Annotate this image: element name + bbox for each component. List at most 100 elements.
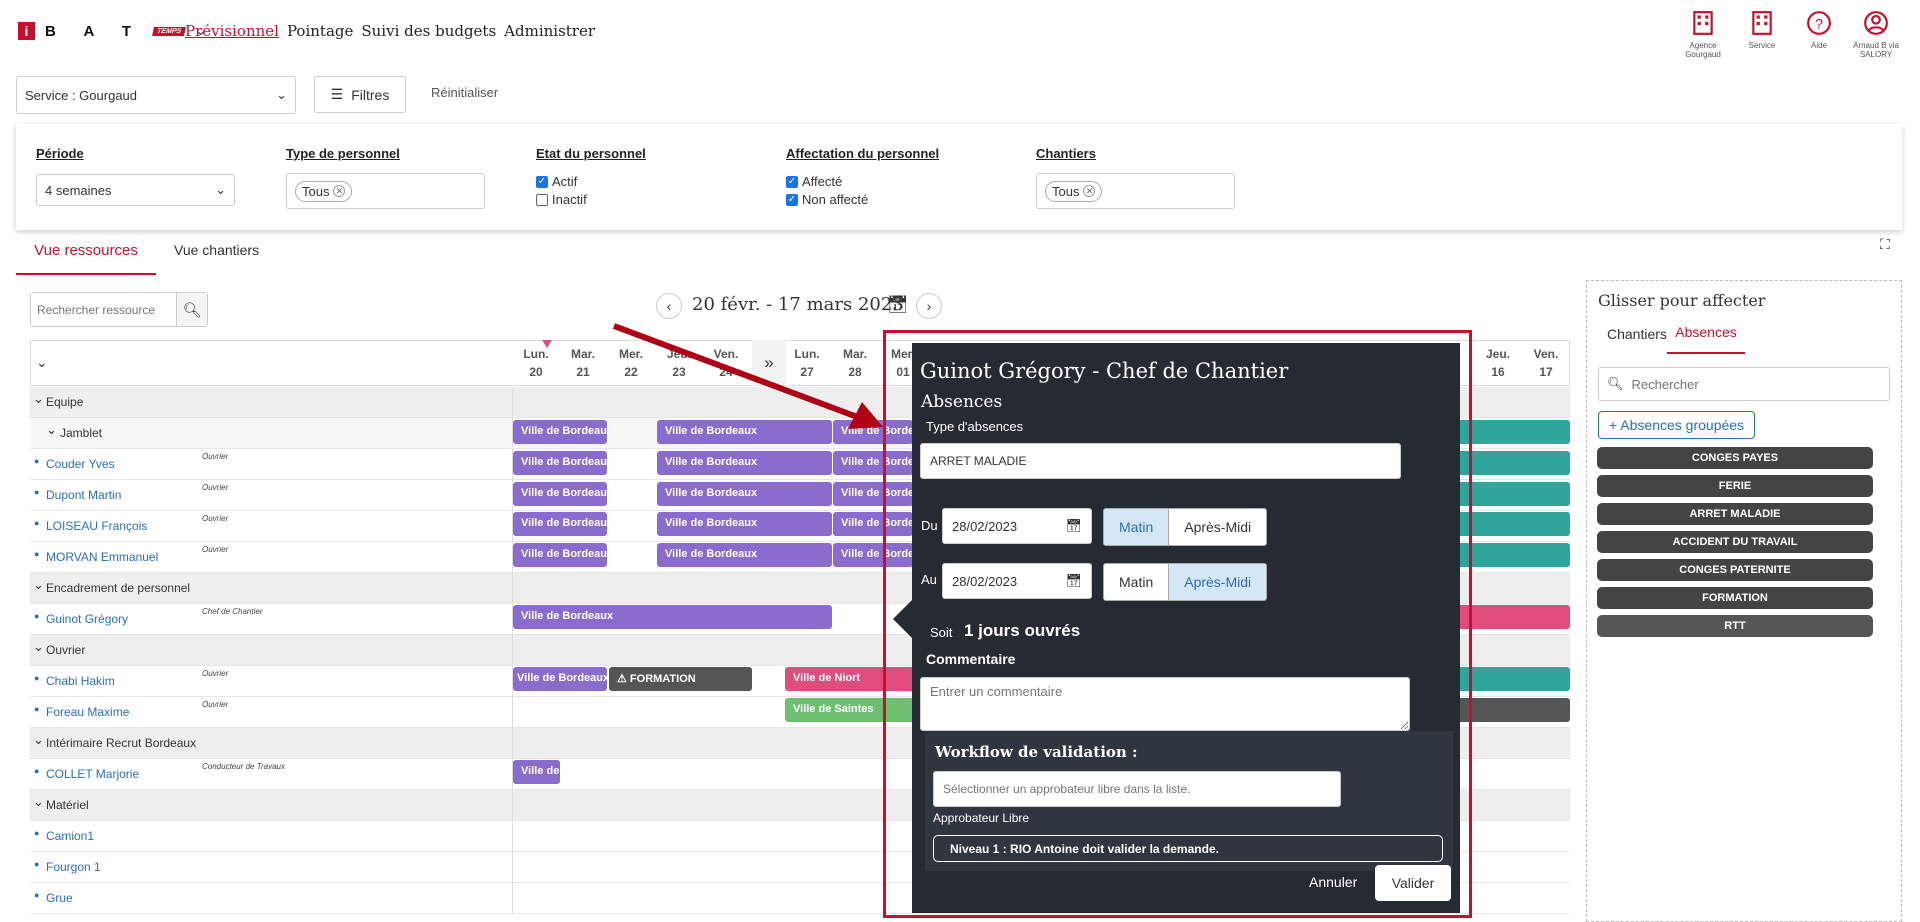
reset-button[interactable]: Réinitialiser xyxy=(431,85,498,100)
assignment-bar[interactable] xyxy=(1455,451,1570,475)
resource-search-input[interactable] xyxy=(31,293,176,326)
user-button[interactable]: Arnaud B via SALORY xyxy=(1846,10,1906,59)
tab-vue-chantiers[interactable]: Vue chantiers xyxy=(174,242,259,258)
filters-button[interactable]: ☰ Filtres xyxy=(314,76,406,113)
date-to-input[interactable]: 28/02/2023 📅︎ xyxy=(942,563,1092,599)
from-matin-option[interactable]: Matin xyxy=(1104,509,1169,545)
absence-item[interactable]: ARRET MALADIE xyxy=(1597,503,1873,525)
resource-name[interactable]: Grue xyxy=(46,891,73,905)
nav-administrer[interactable]: Administrer xyxy=(504,22,595,40)
calendar-icon[interactable]: 📅︎ xyxy=(887,295,909,315)
assignment-bar[interactable] xyxy=(1455,420,1570,444)
assignment-bar[interactable]: Ville de Bordeaux xyxy=(513,512,607,536)
type-personnel-tag[interactable]: Tous ✕ xyxy=(295,180,353,202)
date-from-input[interactable]: 28/02/2023 📅︎ xyxy=(942,508,1092,544)
absence-item[interactable]: CONGES PATERNITE xyxy=(1597,559,1873,581)
side-search-input[interactable] xyxy=(1631,376,1872,392)
calendar-icon[interactable]: 📅︎ xyxy=(1065,518,1082,534)
assignment-bar[interactable]: Ville de xyxy=(513,760,560,784)
assignment-bar[interactable]: Ville de Bordeaux xyxy=(657,451,832,475)
grouped-absences-button[interactable]: + Absences groupées xyxy=(1598,411,1756,439)
inactif-checkbox[interactable]: Inactif xyxy=(536,192,587,207)
absence-item[interactable]: FORMATION xyxy=(1597,587,1873,609)
assignment-bar[interactable]: Ville de Bordeaux xyxy=(513,543,607,567)
close-icon[interactable]: ✕ xyxy=(1083,185,1096,197)
assignment-bar[interactable] xyxy=(1455,605,1570,629)
resource-name[interactable]: Chabi Hakim xyxy=(46,674,115,688)
checkbox-checked[interactable]: ✓ xyxy=(536,175,548,188)
to-half-toggle: Matin Après-Midi xyxy=(1103,563,1268,601)
search-icon[interactable]: 🔍︎ xyxy=(176,293,207,326)
assignment-bar[interactable]: Ville de Bordeaux xyxy=(513,667,607,691)
assignment-bar[interactable]: Ville de Bordeaux xyxy=(513,451,607,475)
service-button[interactable]: Service xyxy=(1732,10,1792,50)
chevron-down-icon[interactable]: ⌄ xyxy=(33,639,44,655)
assignment-bar[interactable]: Ville de Bordeaux xyxy=(513,605,832,629)
resource-name[interactable]: Guinot Grégory xyxy=(46,612,128,626)
absence-type-select[interactable]: ARRET MALADIE xyxy=(920,443,1401,479)
checkbox-checked[interactable]: ✓ xyxy=(786,193,798,206)
resource-name[interactable]: LOISEAU François xyxy=(46,519,147,533)
nav-pointage[interactable]: Pointage xyxy=(287,22,353,40)
tab-chantiers[interactable]: Chantiers xyxy=(1607,326,1667,342)
assignment-bar[interactable] xyxy=(1455,698,1570,722)
service-select[interactable]: Service : Gourgaud ⌄ xyxy=(16,76,296,114)
prev-period-button[interactable]: ‹ xyxy=(656,293,682,319)
actif-checkbox[interactable]: ✓ Actif xyxy=(536,174,577,189)
resource-name[interactable]: COLLET Marjorie xyxy=(46,767,139,781)
resource-name[interactable]: Camion1 xyxy=(46,829,94,843)
tab-absences[interactable]: Absences xyxy=(1667,324,1745,354)
chevron-down-icon[interactable]: ⌄ xyxy=(33,732,44,748)
assignment-bar[interactable] xyxy=(1455,543,1570,567)
chantiers-tag[interactable]: Tous ✕ xyxy=(1045,180,1103,202)
to-matin-option[interactable]: Matin xyxy=(1104,564,1168,600)
chevron-down-icon[interactable]: ⌄ xyxy=(33,391,44,407)
chevron-down-icon[interactable]: ⌄ xyxy=(33,577,44,593)
periode-select[interactable]: 4 semaines ⌄ xyxy=(36,174,235,206)
from-apres-midi-option[interactable]: Après-Midi xyxy=(1168,509,1266,545)
app-logo[interactable]: i B A T TEMPS ⌄ xyxy=(18,22,206,40)
formation-bar[interactable]: ⚠ FORMATION xyxy=(609,667,752,691)
to-apres-midi-option[interactable]: Après-Midi xyxy=(1168,564,1267,600)
assignment-bar[interactable]: Ville de Bordeaux xyxy=(513,420,607,444)
resource-name[interactable]: Fourgon 1 xyxy=(46,860,101,874)
assignment-bar[interactable] xyxy=(1455,512,1570,536)
help-button[interactable]: ? Aide xyxy=(1789,10,1849,50)
nav-suivi-budgets[interactable]: Suivi des budgets xyxy=(361,22,496,40)
checkbox-checked[interactable]: ✓ xyxy=(786,175,798,188)
cancel-button[interactable]: Annuler xyxy=(1309,874,1357,890)
resource-name[interactable]: Foreau Maxime xyxy=(46,705,129,719)
approver-input[interactable] xyxy=(933,771,1341,807)
affecte-checkbox[interactable]: ✓ Affecté xyxy=(786,174,842,189)
absence-item[interactable]: ACCIDENT DU TRAVAIL xyxy=(1597,531,1873,553)
next-period-button[interactable]: › xyxy=(916,293,942,319)
assignment-bar[interactable]: Ville de Bordeaux xyxy=(513,482,607,506)
absence-item[interactable]: RTT xyxy=(1597,615,1873,637)
nav-previsionnel[interactable]: Prévisionnel xyxy=(185,22,279,40)
comment-textarea[interactable] xyxy=(920,677,1410,731)
assignment-bar[interactable]: Ville de Bordeaux xyxy=(657,543,832,567)
formation-bar-label: FORMATION xyxy=(629,673,696,685)
assignment-bar[interactable]: Ville de Bordeaux xyxy=(657,482,832,506)
assignment-bar[interactable]: Ville de Bordeaux xyxy=(657,512,832,536)
resource-name[interactable]: Couder Yves xyxy=(46,457,115,471)
absence-item[interactable]: CONGES PAYES xyxy=(1597,447,1873,469)
chantiers-select[interactable]: Tous ✕ xyxy=(1036,173,1235,209)
chevron-down-icon[interactable]: ⌄ xyxy=(33,794,44,810)
type-personnel-select[interactable]: Tous ✕ xyxy=(286,173,485,209)
collapse-all-icon[interactable]: ⌄ xyxy=(36,354,48,371)
resource-name[interactable]: MORVAN Emmanuel xyxy=(46,550,158,564)
submit-button[interactable]: Valider xyxy=(1375,865,1451,901)
resource-name[interactable]: Dupont Martin xyxy=(46,488,121,502)
fullscreen-icon[interactable]: ⛶ xyxy=(1880,236,1890,253)
checkbox-unchecked[interactable] xyxy=(536,193,548,206)
close-icon[interactable]: ✕ xyxy=(333,185,346,197)
tab-vue-ressources[interactable]: Vue ressources xyxy=(16,240,156,275)
calendar-icon[interactable]: 📅︎ xyxy=(1065,573,1082,589)
non-affecte-checkbox[interactable]: ✓ Non affecté xyxy=(786,192,868,207)
chevron-down-icon[interactable]: ⌄ xyxy=(46,422,57,438)
assignment-bar[interactable] xyxy=(1455,667,1570,691)
assignment-bar[interactable] xyxy=(1455,482,1570,506)
agence-button[interactable]: Agence Gourgaud xyxy=(1673,10,1733,59)
absence-item[interactable]: FERIE xyxy=(1597,475,1873,497)
